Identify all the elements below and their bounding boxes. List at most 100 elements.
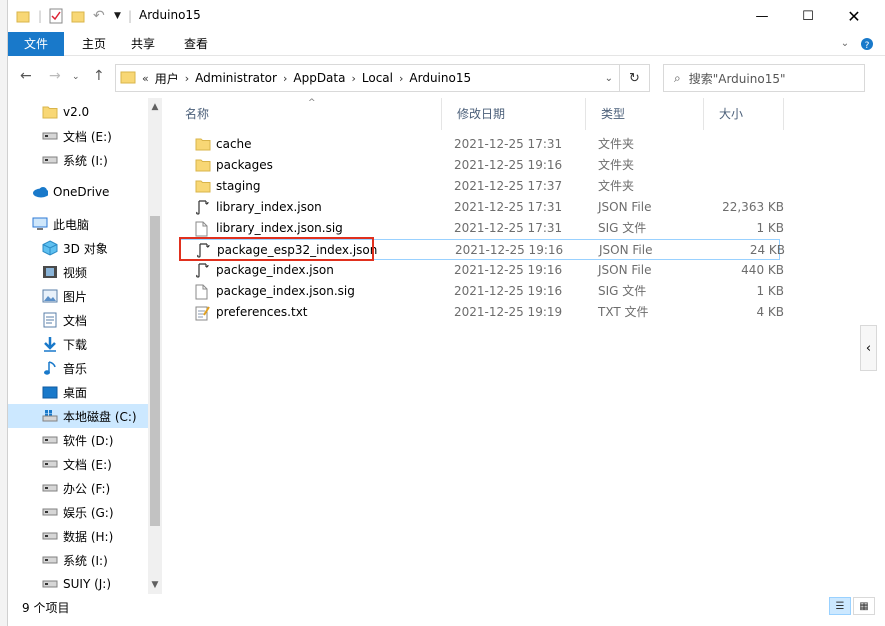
scroll-up-icon[interactable]: ▲ [148, 100, 162, 114]
address-folder-icon [120, 70, 136, 87]
recent-locations-chevron-icon[interactable]: ⌄ [72, 72, 80, 82]
file-size: 22,363 KB [722, 200, 784, 214]
sidebar-item[interactable]: 系统 (I:) [8, 548, 148, 572]
back-arrow-icon[interactable]: ← [20, 68, 32, 84]
minimize-button[interactable]: — [739, 0, 785, 32]
file-size: 440 KB [741, 263, 784, 277]
properties-icon[interactable] [49, 7, 63, 25]
file-size: 24 KB [749, 243, 785, 257]
tab-view[interactable]: 查看 [176, 32, 216, 56]
sidebar-item[interactable]: 软件 (D:) [8, 428, 148, 452]
sidebar-scrollbar[interactable]: ▲ ▼ [148, 98, 162, 594]
sidebar-item[interactable]: 办公 (F:) [8, 476, 148, 500]
chevron-right-icon[interactable]: › [283, 72, 287, 85]
breadcrumb-users[interactable]: 用户 [155, 70, 179, 87]
file-row[interactable]: package_index.json.sig 2021-12-25 19:16 SI… [180, 281, 784, 302]
sidebar-item[interactable]: OneDrive [8, 180, 148, 204]
sidebar-item[interactable]: 娱乐 (G:) [8, 500, 148, 524]
sidebar-item[interactable]: 文档 (E:) [8, 124, 148, 148]
sidebar-item[interactable]: 音乐 [8, 356, 148, 380]
maximize-button[interactable]: ☐ [785, 0, 831, 32]
help-icon[interactable]: ? [858, 32, 876, 56]
breadcrumb-local[interactable]: Local [362, 71, 393, 85]
details-view-icon: ☰ [835, 600, 845, 612]
file-type: SIG 文件 [598, 221, 647, 235]
breadcrumb-appdata[interactable]: AppData [293, 71, 345, 85]
sidebar-item[interactable]: 桌面 [8, 380, 148, 404]
file-row[interactable]: cache 2021-12-25 17:31 文件夹 [180, 134, 780, 155]
column-header-name[interactable]: 名称 [170, 98, 442, 130]
column-header-type[interactable]: 类型 [586, 98, 704, 130]
sidebar-item[interactable]: 文档 [8, 308, 148, 332]
file-row[interactable]: library_index.json 2021-12-25 17:31 JSON F… [180, 197, 784, 218]
details-view-button[interactable]: ☰ [829, 597, 851, 615]
chevron-right-icon[interactable]: › [399, 72, 403, 85]
sidebar-item-label: 图片 [63, 289, 88, 304]
quick-access-folder-icon[interactable] [16, 7, 30, 25]
close-button[interactable]: ✕ [831, 0, 877, 32]
new-folder-icon[interactable] [71, 7, 85, 25]
json-file-icon [195, 263, 210, 278]
folder-icon [195, 179, 211, 194]
file-type: 文件夹 [598, 179, 635, 193]
tab-file[interactable]: 文件 [8, 32, 64, 56]
address-dropdown-icon[interactable]: ⌄ [605, 73, 613, 84]
file-row[interactable]: preferences.txt 2021-12-25 19:19 TXT 文件 4 K… [180, 302, 784, 323]
folder-icon [42, 105, 58, 119]
picture-icon [42, 289, 58, 303]
scrollbar-thumb[interactable] [150, 216, 160, 526]
sidebar-item-label: 系统 (I:) [63, 553, 108, 568]
file-name: cache [216, 137, 252, 151]
tab-home[interactable]: 主页 [74, 32, 114, 56]
refresh-button[interactable]: ↻ [620, 64, 650, 92]
undo-icon[interactable]: ↶ [93, 7, 105, 25]
expand-ribbon-icon[interactable]: ⌄ [836, 32, 854, 56]
column-header-date[interactable]: 修改日期 [442, 98, 586, 130]
file-type: JSON File [598, 263, 652, 277]
json-file-icon [195, 200, 210, 215]
sidebar-item[interactable]: 本地磁盘 (C:) [8, 404, 148, 428]
up-arrow-icon[interactable]: ↑ [93, 68, 105, 84]
forward-arrow-icon[interactable]: → [49, 68, 61, 84]
file-row[interactable]: library_index.json.sig 2021-12-25 17:31 SI… [180, 218, 784, 239]
cloud-icon [32, 185, 48, 199]
status-bar: 9 个项目 ☰ ▦ [8, 594, 885, 618]
file-size [680, 155, 784, 176]
tab-share[interactable]: 共享 [123, 32, 163, 56]
sidebar-item-label: 系统 (I:) [63, 153, 108, 168]
address-overflow[interactable]: « [142, 72, 149, 85]
sidebar-item[interactable]: v2.0 [8, 100, 148, 124]
search-input[interactable]: ⌕ 搜索"Arduino15" [663, 64, 865, 92]
file-row[interactable]: packages 2021-12-25 19:16 文件夹 [180, 155, 780, 176]
file-type: 文件夹 [598, 158, 635, 172]
sidebar-item[interactable]: 文档 (E:) [8, 452, 148, 476]
show-preview-pane-button[interactable]: ‹ [860, 325, 877, 371]
column-header-size[interactable]: 大小 [704, 98, 784, 130]
customize-toolbar-chevron-icon[interactable]: ▼ [114, 7, 121, 25]
address-bar[interactable]: « 用户 › Administrator › AppData › Local ›… [115, 64, 620, 92]
chevron-right-icon[interactable]: › [185, 72, 189, 85]
large-icons-view-button[interactable]: ▦ [853, 597, 875, 615]
highlight-annotation-box [179, 237, 374, 261]
chevron-right-icon[interactable]: › [351, 72, 355, 85]
file-row[interactable]: staging 2021-12-25 17:37 文件夹 [180, 176, 780, 197]
breadcrumb-administrator[interactable]: Administrator [195, 71, 277, 85]
maximize-icon: ☐ [802, 8, 814, 24]
desktop-icon [42, 385, 58, 399]
sidebar-item-label: 下载 [63, 337, 88, 352]
navigation-bar: ← → ⌄ ↑ « 用户 › Administrator › AppData ›… [8, 56, 885, 98]
sidebar-item[interactable]: SUIY (J:) [8, 572, 148, 596]
sidebar-item[interactable]: 下载 [8, 332, 148, 356]
sidebar-item[interactable]: 此电脑 [8, 212, 148, 236]
file-row[interactable]: package_index.json 2021-12-25 19:16 JSON F… [180, 260, 784, 281]
sidebar-item[interactable]: 3D 对象 [8, 236, 148, 260]
breadcrumb-arduino15[interactable]: Arduino15 [409, 71, 471, 85]
large-icons-view-icon: ▦ [859, 600, 869, 612]
file-size [680, 134, 784, 155]
scroll-down-icon[interactable]: ▼ [148, 578, 162, 592]
sidebar-item[interactable]: 系统 (I:) [8, 148, 148, 172]
sidebar-item[interactable]: 图片 [8, 284, 148, 308]
sidebar-item[interactable]: 数据 (H:) [8, 524, 148, 548]
sidebar-item[interactable]: 视频 [8, 260, 148, 284]
sidebar-item-label: v2.0 [63, 105, 90, 119]
